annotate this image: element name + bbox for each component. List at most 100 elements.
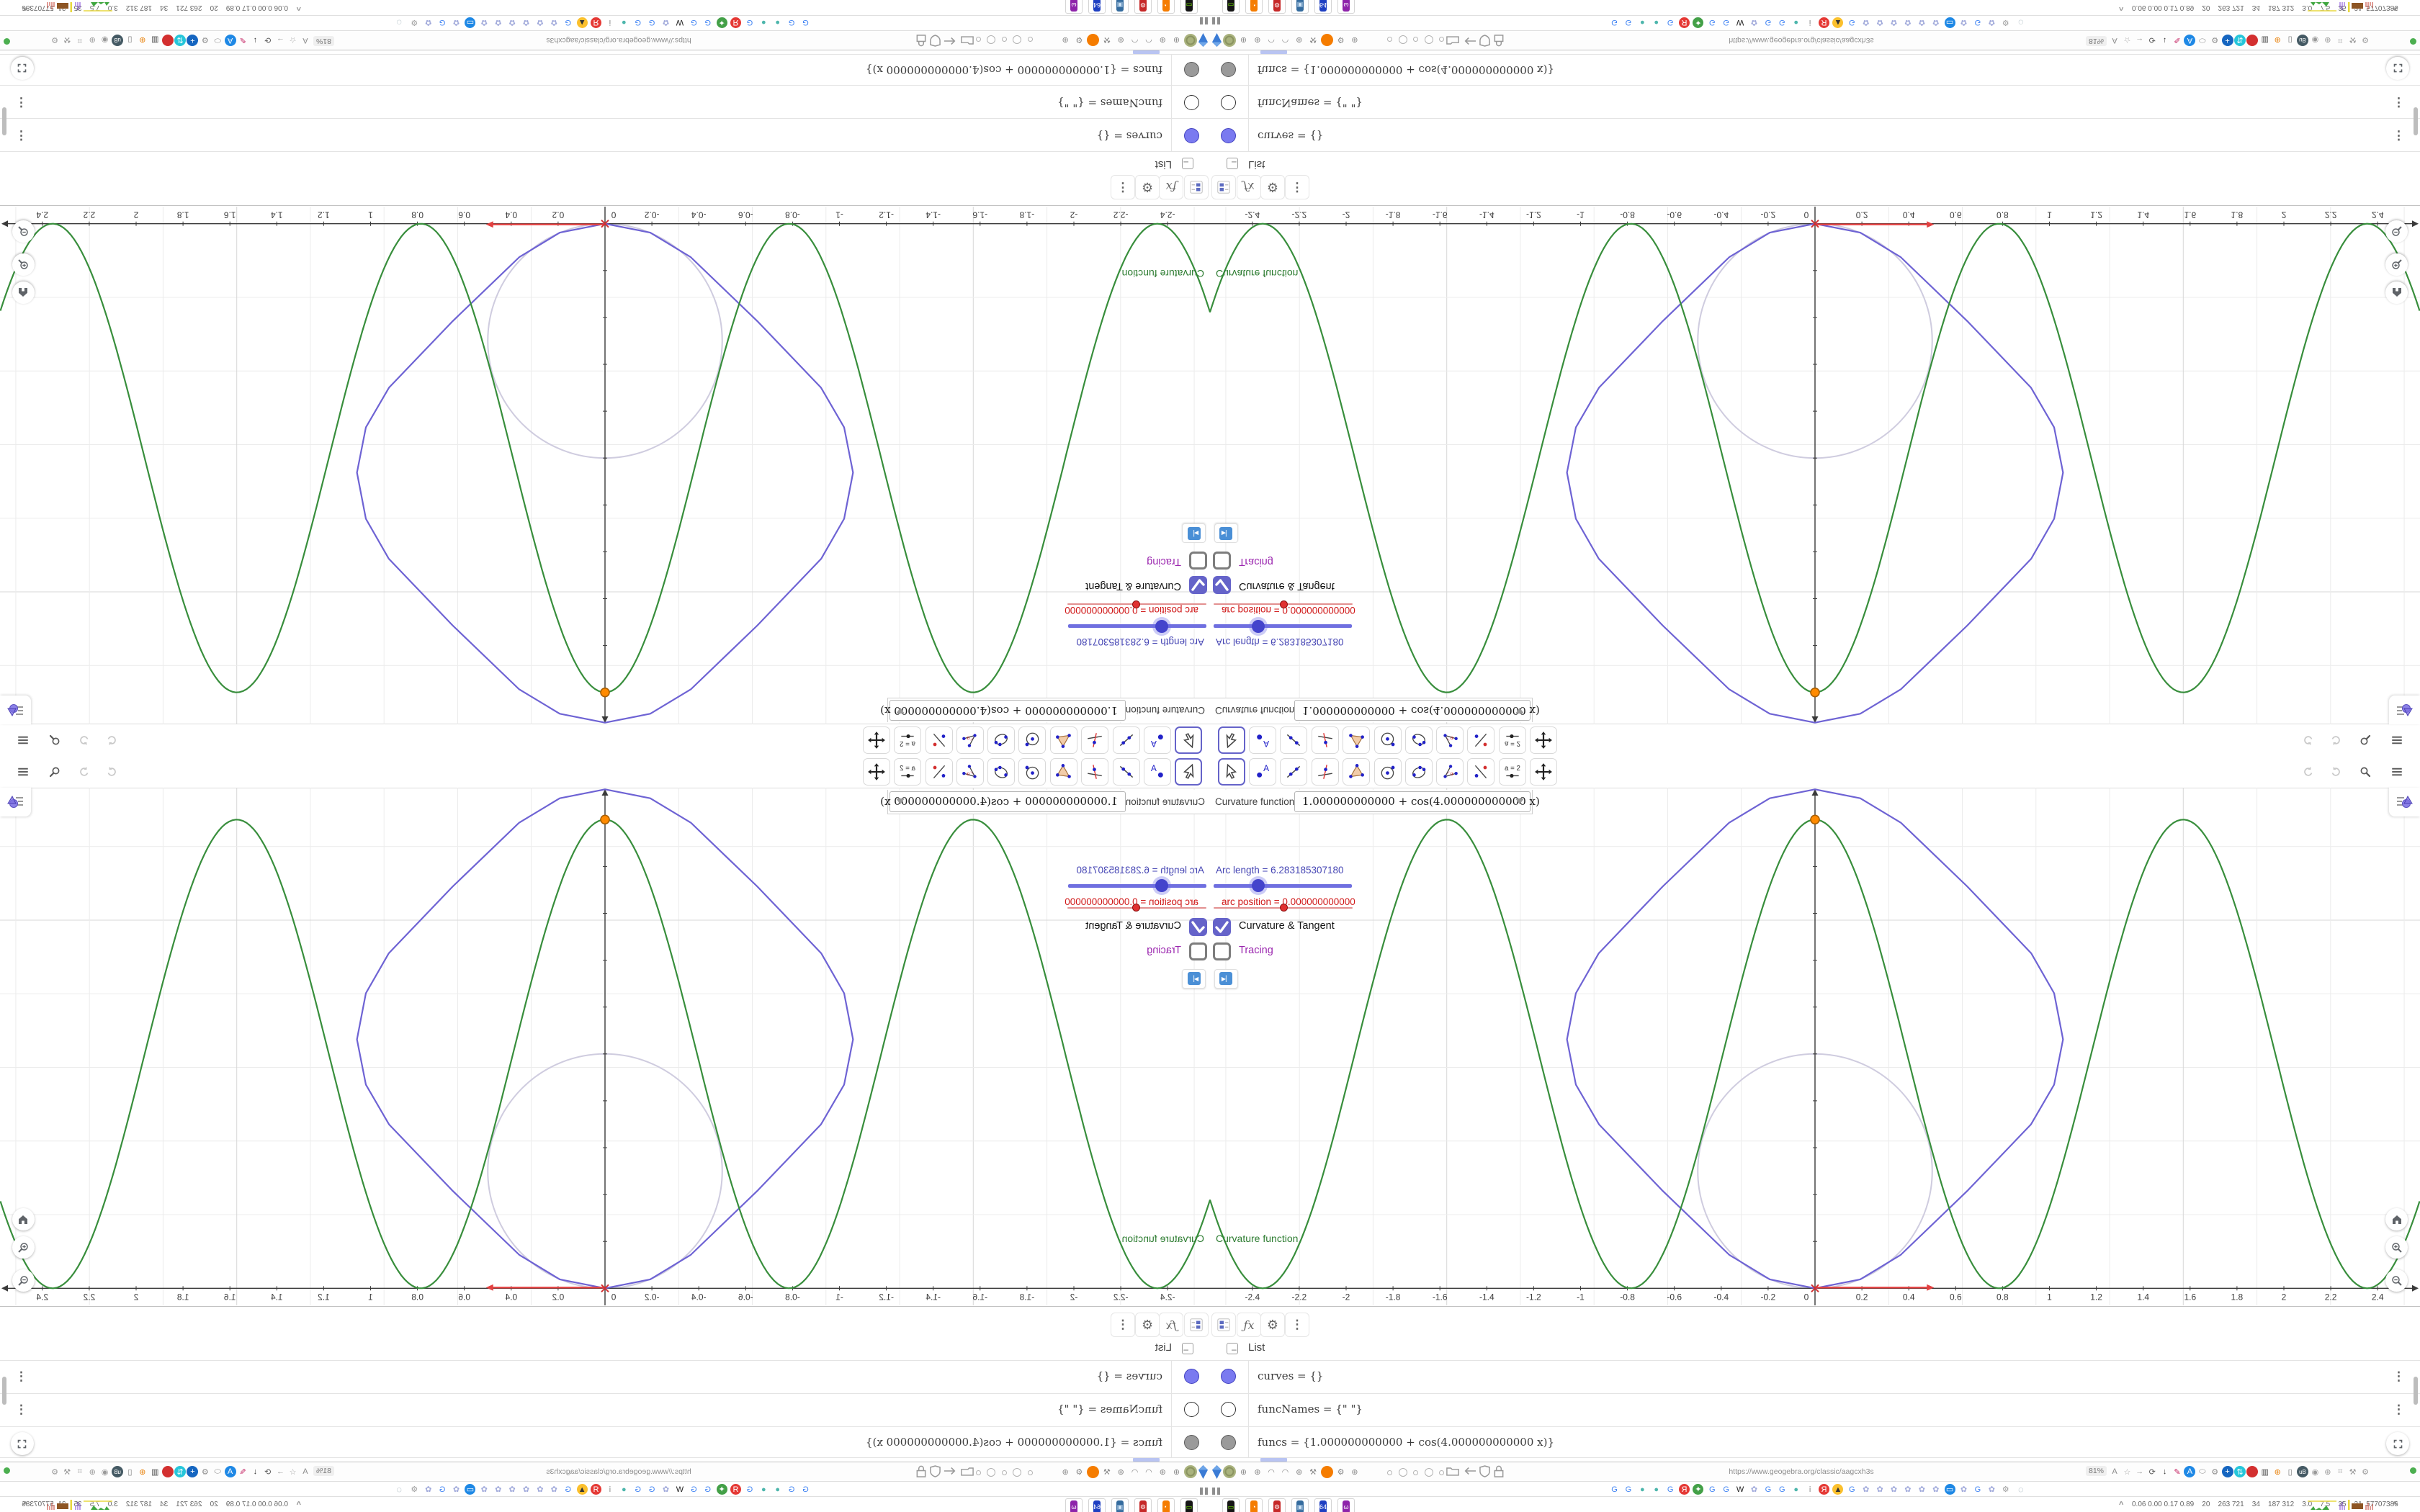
bookmark-favicon-16[interactable]: ▲: [1832, 17, 1844, 28]
extension-icon-14[interactable]: ▯: [124, 35, 135, 46]
graphics-view[interactable]: -2.4 -2.2 -2 -1.8 -1.6 -1.4 -1.2 -1 -0.8 -0.6 -0.4…: [1210, 788, 2420, 1305]
graphics-view[interactable]: -2.4 -2.2 -2 -1.8 -1.6 -1.4 -1.2 -1 -0.8 -0.6 -0.4…: [0, 207, 1210, 724]
bookmark-favicon-1[interactable]: G: [1623, 1484, 1634, 1495]
bookmark-favicon-11[interactable]: G: [647, 17, 658, 28]
bookmark-favicon-13[interactable]: ●: [1791, 1484, 1801, 1495]
undo-button[interactable]: [2298, 729, 2319, 751]
dock-app-firefox[interactable]: ◔: [1157, 0, 1175, 14]
tool-reflect-button[interactable]: [926, 726, 953, 754]
algebra-settings-button[interactable]: ⚙: [1260, 175, 1285, 199]
tool-perpendicular-line-button[interactable]: [1081, 726, 1108, 754]
extension-icon-12[interactable]: ▥: [2259, 1466, 2271, 1477]
address-bar-url[interactable]: https://www.geogebra.org/classic/aagcxh3…: [1657, 1462, 1945, 1481]
toolbar-icon-2[interactable]: ◠: [1142, 34, 1155, 46]
lens-icon[interactable]: [1222, 33, 1237, 48]
extension-icon-10[interactable]: ⇅: [174, 1466, 186, 1477]
visibility-marble-gray[interactable]: [1221, 1435, 1236, 1450]
expand-chevron[interactable]: ^: [2393, 0, 2397, 15]
tool-point-button[interactable]: A: [1249, 726, 1276, 754]
address-bar-url[interactable]: https://www.geogebra.org/classic/aagcxh3…: [1657, 31, 1945, 50]
extension-icon-2[interactable]: →: [274, 35, 286, 46]
tracing-checkbox[interactable]: [1189, 942, 1207, 960]
bookmark-favicon-24[interactable]: ▭: [465, 1484, 476, 1495]
zoom-badge[interactable]: 81%: [2086, 1466, 2107, 1476]
dock-app-display-tool[interactable]: ▣: [1291, 1498, 1309, 1512]
extension-icon-12[interactable]: ▥: [149, 35, 161, 46]
undo-button[interactable]: [101, 761, 122, 783]
algebra-row-text[interactable]: funcs = {1.000000000000 + cos(4.00000000…: [1258, 1436, 1554, 1449]
dock-app-disk-tool[interactable]: ▭: [1180, 1498, 1198, 1512]
graphics-settings-button[interactable]: [6, 701, 25, 719]
bookmark-favicon-8[interactable]: G: [689, 17, 699, 28]
extension-icon-10[interactable]: ⇅: [2234, 35, 2246, 46]
toolbar-icon-4[interactable]: ⊕: [1293, 34, 1305, 46]
tool-angle-button[interactable]: α: [956, 758, 984, 786]
function-input[interactable]: 1.000000000000 + cos(4.000000000000 x): [1294, 791, 1540, 812]
row-kebab-menu[interactable]: ⋮: [15, 93, 32, 112]
bookmark-favicon-14[interactable]: i: [1805, 1484, 1816, 1495]
bookmark-favicon-23[interactable]: ✿: [479, 1484, 490, 1495]
algebra-row-text[interactable]: funcs = {1.000000000000 + cos(4.00000000…: [866, 1436, 1162, 1449]
bookmark-favicon-5[interactable]: Я: [1679, 1484, 1690, 1495]
bookmark-favicon-3[interactable]: ●: [1651, 17, 1662, 28]
bookmark-favicon-12[interactable]: G: [1777, 17, 1788, 28]
loop-icon[interactable]: ◌: [2018, 17, 2024, 28]
arc-position-slider-thumb[interactable]: [1280, 600, 1288, 608]
algebra-row-text[interactable]: funcNames = {" "}: [1057, 96, 1162, 109]
extension-icon-3[interactable]: ⟳: [262, 35, 274, 46]
toolbar-icon-5[interactable]: ⚒: [1101, 1466, 1113, 1478]
graphics-settings-button[interactable]: [2396, 701, 2414, 719]
extension-icon-16[interactable]: ◉: [2309, 35, 2321, 46]
back-arrow-icon[interactable]: [944, 1466, 956, 1476]
zoom-in-button[interactable]: [2385, 1236, 2408, 1259]
extension-icon-19[interactable]: ⚒: [61, 1466, 73, 1477]
bookmark-favicon-19[interactable]: ✿: [1875, 17, 1886, 28]
extension-icon-1[interactable]: ☆: [287, 35, 299, 46]
tool-angle-button[interactable]: α: [956, 726, 984, 754]
extension-icon-14[interactable]: ▯: [124, 1466, 135, 1477]
visibility-marble-empty[interactable]: [1184, 95, 1199, 110]
shield-icon[interactable]: [1479, 1465, 1490, 1477]
extension-icon-20[interactable]: ⚙: [49, 35, 60, 46]
algebra-fx-button[interactable]: ƒx: [1159, 1313, 1183, 1337]
algebra-row-text[interactable]: curves = {}: [1258, 1369, 1323, 1382]
extension-icon-5[interactable]: ✎: [2172, 1466, 2183, 1477]
bookmark-favicon-27[interactable]: ✿: [423, 17, 434, 28]
extension-icon-16[interactable]: ◉: [2309, 1466, 2321, 1477]
row-kebab-menu[interactable]: ⋮: [2388, 1400, 2405, 1419]
dock-app-display-tool[interactable]: ▣: [1111, 1498, 1129, 1512]
bookmark-favicon-11[interactable]: G: [647, 1484, 658, 1495]
algebra-row-text[interactable]: curves = {}: [1097, 130, 1162, 143]
extension-icon-11[interactable]: [2246, 35, 2259, 46]
toolbar-icon-1[interactable]: ⊕: [1251, 1466, 1263, 1478]
dock-app-red-utility[interactable]: ⚙: [1268, 1498, 1286, 1512]
bookmark-favicon-25[interactable]: ✿: [451, 17, 462, 28]
toolbar-icon-3[interactable]: ◠: [1129, 1466, 1141, 1478]
bookmark-favicon-1[interactable]: G: [1623, 17, 1634, 28]
zoom-badge[interactable]: 81%: [313, 1466, 334, 1476]
bookmark-favicon-14[interactable]: i: [604, 1484, 615, 1495]
bookmark-favicon-22[interactable]: ✿: [1917, 1484, 1927, 1495]
tool-reflect-button[interactable]: [1467, 758, 1494, 786]
curvature-value-point[interactable]: [600, 814, 610, 825]
tool-reflect-button[interactable]: [1467, 726, 1494, 754]
extension-icon-0[interactable]: A: [2109, 35, 2120, 46]
bookmark-favicon-14[interactable]: i: [604, 17, 615, 28]
visibility-marble-empty[interactable]: [1221, 1402, 1236, 1417]
undo-button[interactable]: [2298, 761, 2319, 783]
bookmark-favicon-16[interactable]: ▲: [1832, 1484, 1844, 1495]
arc-length-slider[interactable]: [1068, 884, 1206, 888]
bookmark-favicon-15[interactable]: Я: [1819, 17, 1829, 28]
toolbar-icon-8[interactable]: ⊕: [1348, 1466, 1361, 1478]
tool-slider-button[interactable]: a = 2: [894, 726, 921, 754]
curvature-tangent-checkbox[interactable]: [1213, 918, 1231, 936]
extension-icon-13[interactable]: ⊕: [2272, 35, 2283, 46]
extension-icon-6[interactable]: A: [224, 1466, 236, 1477]
extension-icon-5[interactable]: ✎: [237, 1466, 248, 1477]
toolbar-icon-0[interactable]: ⊕: [1170, 34, 1183, 46]
home-button[interactable]: [12, 1208, 35, 1230]
tool-move-button[interactable]: [1218, 758, 1245, 786]
dock-app-privacy-mask[interactable]: ω: [1337, 0, 1355, 14]
visibility-marble-empty[interactable]: [1221, 95, 1236, 110]
expand-chevron[interactable]: ^: [23, 1497, 27, 1512]
